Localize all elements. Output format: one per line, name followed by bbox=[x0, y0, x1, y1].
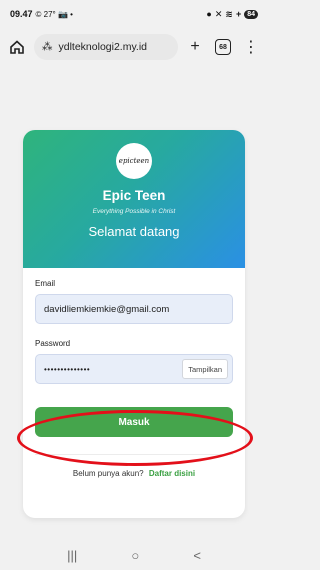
dnd-icon: ● bbox=[206, 9, 212, 19]
signup-link[interactable]: Daftar disini bbox=[149, 469, 195, 478]
back-nav-icon[interactable]: < bbox=[193, 548, 201, 563]
password-field[interactable]: •••••••••••••• Tampilkan bbox=[35, 354, 233, 384]
email-label: Email bbox=[35, 279, 56, 288]
brand-title: Epic Teen bbox=[102, 188, 166, 203]
home-nav-icon[interactable]: ○ bbox=[131, 548, 139, 563]
battery-badge: 84 bbox=[244, 9, 258, 19]
phone-screen: 09.47 © 27° 📷 • ● ✕ ≋ + 84 ⁂ ydlteknolog… bbox=[0, 0, 268, 570]
tab-switcher-button[interactable]: 68 bbox=[212, 36, 234, 58]
brand-tagline: Everything Possible in Christ bbox=[92, 208, 176, 215]
site-info-icon[interactable]: ⁂ bbox=[42, 41, 53, 53]
login-form: Email davidliemkiemkie@gmail.com Passwor… bbox=[23, 268, 245, 478]
card-header: epicteen Epic Teen Everything Possible i… bbox=[23, 130, 245, 268]
browser-toolbar: ⁂ ydlteknologi2.my.id + 68 ⋮ bbox=[0, 28, 268, 66]
epicteen-logo: epicteen bbox=[116, 143, 152, 179]
address-bar[interactable]: ⁂ ydlteknologi2.my.id bbox=[34, 34, 178, 60]
show-password-button[interactable]: Tampilkan bbox=[182, 359, 228, 379]
system-nav-bar: ||| ○ < bbox=[0, 540, 268, 570]
login-button[interactable]: Masuk bbox=[35, 407, 233, 437]
welcome-heading: Selamat datang bbox=[88, 224, 180, 239]
login-card: epicteen Epic Teen Everything Possible i… bbox=[23, 130, 245, 518]
tab-count: 68 bbox=[215, 39, 231, 55]
recent-apps-icon[interactable]: ||| bbox=[67, 548, 77, 563]
more-menu-icon[interactable]: ⋮ bbox=[240, 36, 262, 58]
status-bar: 09.47 © 27° 📷 • ● ✕ ≋ + 84 bbox=[0, 0, 268, 28]
divider bbox=[35, 454, 233, 455]
email-value: davidliemkiemkie@gmail.com bbox=[44, 303, 170, 315]
status-indicators: © 27° 📷 • bbox=[35, 9, 73, 19]
wifi-icon: ≋ bbox=[225, 8, 233, 19]
charging-icon: + bbox=[235, 9, 242, 19]
signup-row: Belum punya akun? Daftar disini bbox=[35, 469, 233, 478]
signup-prompt: Belum punya akun? bbox=[72, 469, 144, 478]
new-tab-icon[interactable]: + bbox=[184, 36, 206, 58]
status-time: 09.47 bbox=[10, 9, 33, 19]
email-field[interactable]: davidliemkiemkie@gmail.com bbox=[35, 294, 233, 324]
password-value: •••••••••••••• bbox=[44, 364, 91, 374]
mute-icon: ✕ bbox=[214, 8, 223, 19]
home-icon[interactable] bbox=[6, 36, 28, 58]
url-text: ydlteknologi2.my.id bbox=[58, 41, 148, 53]
password-label: Password bbox=[35, 339, 71, 348]
